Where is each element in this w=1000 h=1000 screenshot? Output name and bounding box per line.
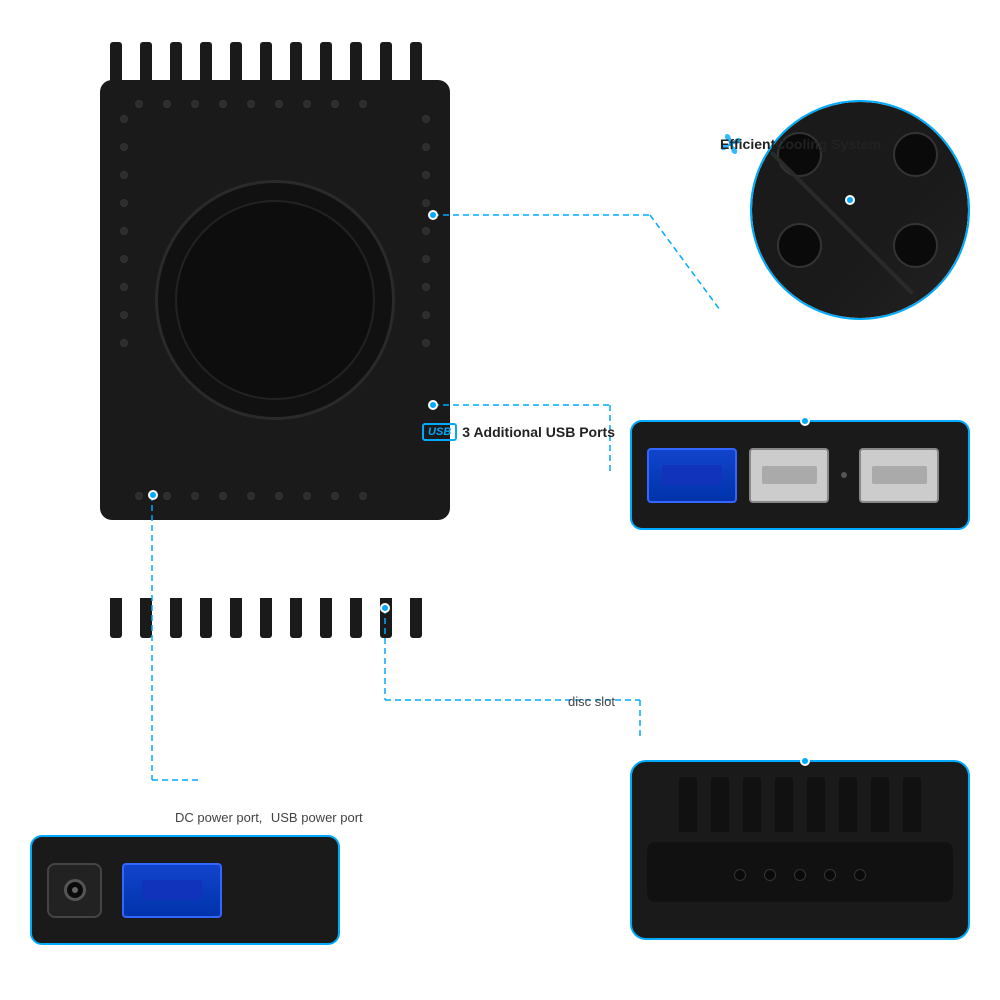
fin — [110, 598, 122, 638]
disc-hole — [854, 869, 866, 881]
cooling-hole — [893, 223, 938, 268]
disc-holes-row — [734, 869, 866, 881]
fin — [170, 598, 182, 638]
dc-pin — [72, 887, 78, 893]
disc-fin — [679, 777, 697, 832]
disc-bottom — [647, 842, 953, 902]
usb-label: 3 Additional USB Ports — [462, 424, 615, 440]
disc-label-area: disc slot — [568, 693, 615, 711]
disc-callout — [630, 760, 970, 940]
fin — [140, 42, 152, 82]
power-usb-port — [122, 863, 222, 918]
fin — [410, 598, 422, 638]
fin — [260, 598, 272, 638]
disc-hole — [734, 869, 746, 881]
fin — [320, 598, 332, 638]
bottom-fins — [110, 598, 422, 638]
disc-hole — [794, 869, 806, 881]
disc-hole — [764, 869, 776, 881]
dc-inner — [64, 879, 86, 901]
fin — [230, 598, 242, 638]
disc-fin — [871, 777, 889, 832]
cooling-panel-dot — [845, 195, 855, 205]
usb-slot — [662, 465, 722, 485]
usb2-port-1 — [749, 448, 829, 503]
disc-fins — [679, 777, 921, 832]
usb-slot — [872, 466, 927, 484]
usb3-port — [647, 448, 737, 503]
cooling-label: EfficientCooling System — [720, 136, 881, 152]
cooling-inner — [752, 102, 968, 318]
dot-holes — [115, 95, 435, 505]
fin — [350, 42, 362, 82]
dc-power-label: DC power port, — [175, 810, 262, 825]
fin — [260, 42, 272, 82]
disc-label: disc slot — [568, 694, 615, 709]
usb-badge: USB — [422, 423, 457, 441]
top-fins — [110, 42, 422, 82]
callout-dot-power — [148, 490, 158, 500]
disc-fin — [807, 777, 825, 832]
fin — [140, 598, 152, 638]
usb2-port-2 — [859, 448, 939, 503]
power-label-area: DC power port, USB power port — [175, 809, 363, 827]
led-indicator — [841, 472, 847, 478]
usb-callout — [630, 420, 970, 530]
fin — [410, 42, 422, 82]
main-device — [80, 80, 470, 600]
cooling-label-area: EfficientCooling System — [720, 133, 742, 155]
fin — [170, 42, 182, 82]
fin — [350, 598, 362, 638]
disc-fin — [839, 777, 857, 832]
usb-slot — [762, 466, 817, 484]
callout-dot-cooling — [428, 210, 438, 220]
fin — [200, 42, 212, 82]
fin — [320, 42, 332, 82]
cooling-callout — [750, 100, 970, 320]
usb-slot — [142, 880, 202, 900]
usb-panel-dot — [800, 416, 810, 426]
power-callout — [30, 835, 340, 945]
disc-fin — [743, 777, 761, 832]
usb-power-label: USB power port — [271, 810, 363, 825]
cooling-hole — [777, 223, 822, 268]
cooling-hole — [893, 132, 938, 177]
dc-port — [47, 863, 102, 918]
fin — [290, 42, 302, 82]
fin — [380, 42, 392, 82]
disc-panel-dot — [800, 756, 810, 766]
disc-hole — [824, 869, 836, 881]
fin — [110, 42, 122, 82]
callout-dot-usb — [428, 400, 438, 410]
fin — [290, 598, 302, 638]
disc-fin — [775, 777, 793, 832]
usb-label-area: USB 3 Additional USB Ports — [422, 423, 615, 441]
fin — [230, 42, 242, 82]
disc-fin — [711, 777, 729, 832]
fin — [200, 598, 212, 638]
callout-dot-disc — [380, 603, 390, 613]
disc-fin — [903, 777, 921, 832]
device-body — [100, 80, 450, 520]
